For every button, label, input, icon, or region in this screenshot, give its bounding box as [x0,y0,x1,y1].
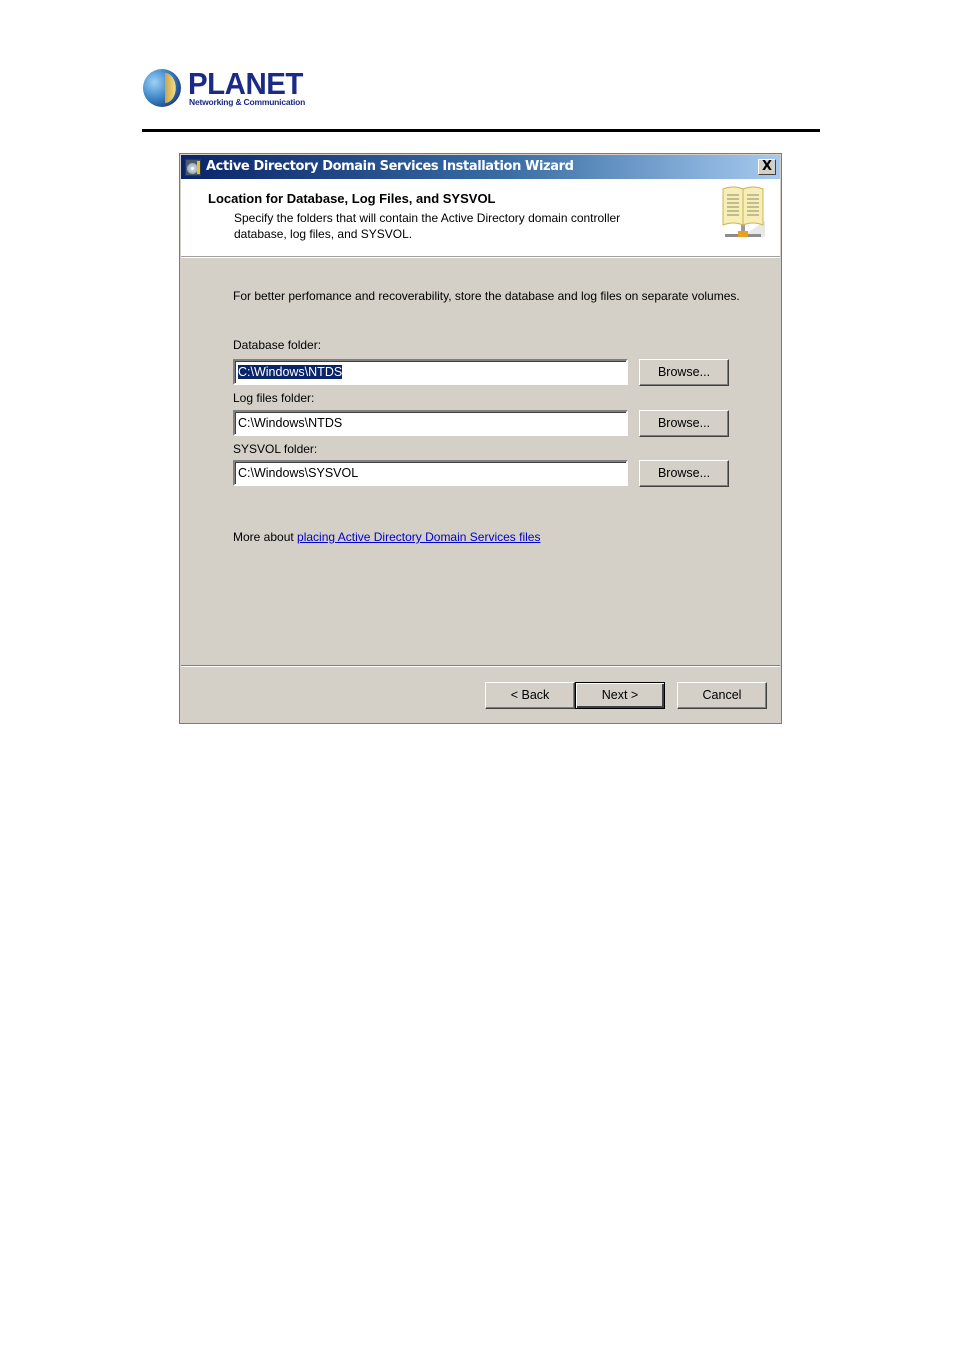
log-files-folder-input[interactable]: C:\Windows\NTDS [233,410,628,436]
title-bar[interactable]: Active Directory Domain Services Install… [181,155,780,179]
database-folder-label: Database folder: [233,338,322,352]
more-info: More about placing Active Directory Doma… [233,530,540,544]
sysvol-browse-button[interactable]: Browse... [639,460,729,487]
log-files-folder-label: Log files folder: [233,391,315,405]
page-title: Location for Database, Log Files, and SY… [208,191,496,206]
wizard-dialog: Active Directory Domain Services Install… [179,153,782,724]
database-folder-value: C:\Windows\NTDS [238,365,343,379]
window-title: Active Directory Domain Services Install… [206,159,574,174]
header-rule [142,129,820,132]
database-folder-input[interactable]: C:\Windows\NTDS [233,359,628,385]
intro-text: For better perfomance and recoverability… [233,289,740,303]
close-button[interactable]: X [758,159,776,175]
database-browse-button[interactable]: Browse... [639,359,729,386]
page-description: Specify the folders that will contain th… [234,211,621,241]
more-info-prefix: More about [233,530,294,544]
log-files-browse-button[interactable]: Browse... [639,410,729,437]
sysvol-folder-label: SYSVOL folder: [233,442,318,456]
footer-separator [181,665,780,667]
sysvol-folder-input[interactable]: C:\Windows\SYSVOL [233,460,628,486]
directory-book-icon [722,186,765,237]
next-button[interactable]: Next > [575,682,665,709]
cancel-button[interactable]: Cancel [677,682,767,709]
log-files-folder-value: C:\Windows\NTDS [238,416,343,430]
logo-tagline: Networking & Communication [189,97,306,107]
installer-icon [185,159,201,176]
sysvol-folder-value: C:\Windows\SYSVOL [238,466,359,480]
back-button[interactable]: < Back [485,682,575,709]
more-info-link[interactable]: placing Active Directory Domain Services… [297,530,540,544]
globe-icon [143,69,181,107]
planet-logo: PLANET Networking & Communication [143,66,306,109]
wizard-header: Location for Database, Log Files, and SY… [181,179,780,258]
